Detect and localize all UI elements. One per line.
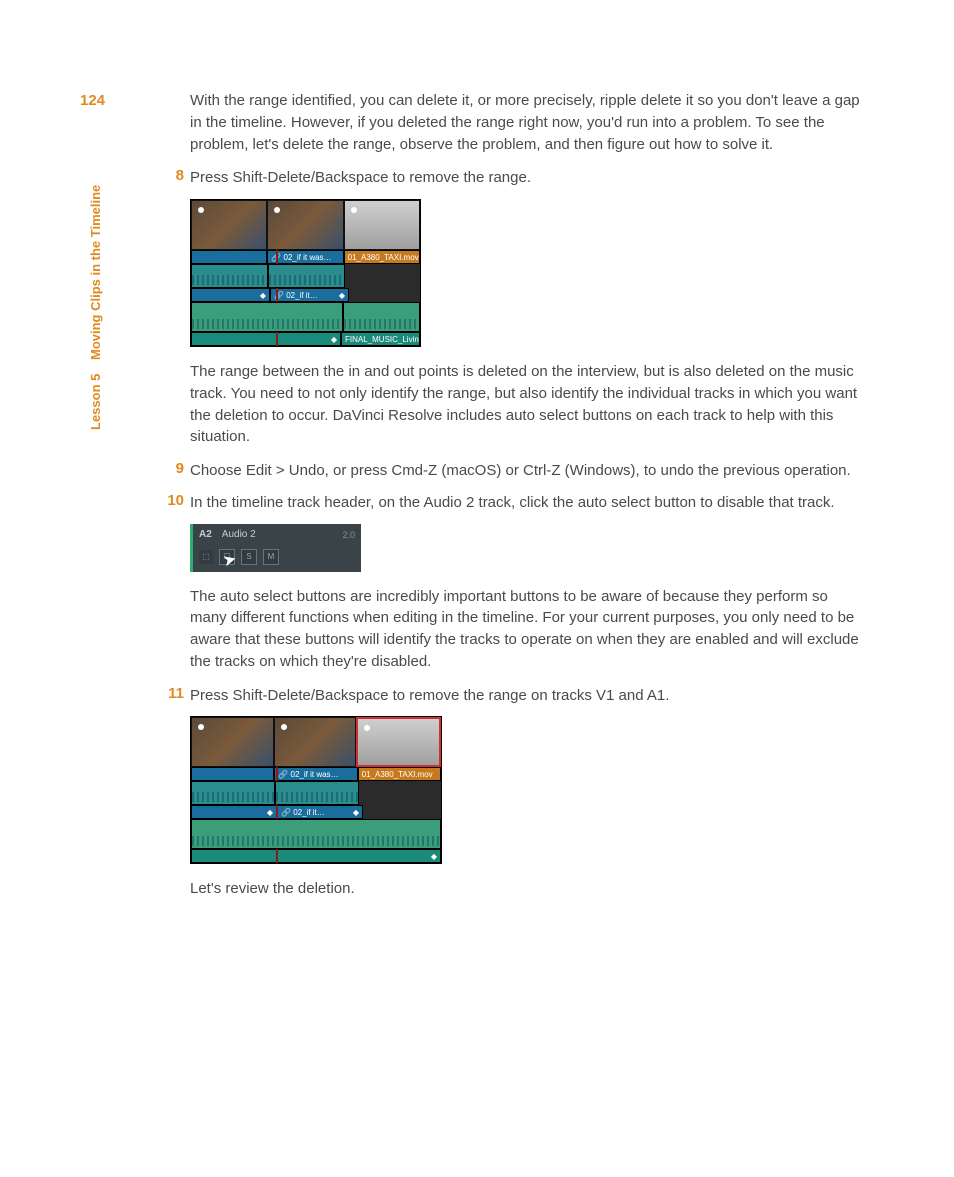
step-9: 9 Choose Edit > Undo, or press Cmd-Z (ma… [190,460,864,482]
audio-clip [191,302,343,332]
audio-a1-label-row: ◆ 🔗 02_if it… ◆ [191,805,441,819]
clip-name: 02_if it was… [284,253,332,262]
page: 124 Lesson 5 Moving Clips in the Timelin… [0,0,954,1177]
intro-paragraph: With the range identified, you can delet… [190,90,864,155]
track-channels: 2.0 [342,530,355,540]
clip-label: 🔗 02_if it… ◆ [277,805,363,819]
step-number: 8 [160,167,184,184]
paragraph-2: The range between the in and out points … [190,361,864,448]
audio-music-row [191,819,441,849]
audio-music-label-row: ◆ [191,849,441,863]
clip-name: 02_if it… [286,291,318,300]
audio-clip [268,264,345,288]
track-header-panel: A2 Audio 2 2.0 ⬚ ☐ S M ➤ [190,524,361,572]
marker-icon: ◆ [267,808,273,817]
clip-label: 🔗 02_if it… ◆ [270,288,349,302]
clip-name: 01_A380_TAXI.mov [362,770,433,779]
empty-gap [359,781,441,805]
clip-name: 02_if it was… [291,770,339,779]
video-thumb-row [191,200,420,250]
video-clip-thumb [191,717,274,767]
figure-track-header: A2 Audio 2 2.0 ⬚ ☐ S M ➤ [190,524,864,572]
empty-gap [345,264,420,288]
audio-clip [343,302,420,332]
track-id: A2 [199,529,212,540]
timeline: 🔗 02_if it was… 01_A380_TAXI.mov ◆ 🔗 [190,716,442,864]
paragraph-4: Let's review the deletion. [190,878,864,900]
audio-music-row [191,302,420,332]
mute-button[interactable]: M [263,549,279,565]
clip-label: 🔗 02_if it was… [274,767,357,781]
clip-spacer: ◆ [191,849,441,863]
lock-icon[interactable]: ⬚ [199,550,213,564]
step-number: 11 [160,685,184,702]
empty-gap [363,805,441,819]
empty-gap [349,288,420,302]
marker-icon: ◆ [431,852,437,861]
audio-a1-row [191,781,441,805]
solo-button[interactable]: S [241,549,257,565]
track-header-row-1: A2 Audio 2 2.0 [193,524,361,546]
step-8: 8 Press Shift-Delete/Backspace to remove… [190,167,864,189]
track-name: Audio 2 [222,529,333,540]
audio-a1-label-row: ◆ 🔗 02_if it… ◆ [191,288,420,302]
page-number: 124 [80,92,105,109]
step-11: 11 Press Shift-Delete/Backspace to remov… [190,685,864,707]
video-clip-thumb [191,200,267,250]
clip-label: FINAL_MUSIC_Living_in_the_Age_of_Airplan [341,332,420,346]
video-thumb-row [191,717,441,767]
lesson-title: Moving Clips in the Timeline [88,185,103,360]
step-text: Press Shift-Delete/Backspace to remove t… [190,685,864,707]
clip-label: 🔗 02_if it was… [267,250,343,264]
figure-timeline-1: 🔗 02_if it was… 01_A380_TAXI.mov ◆ 🔗 [190,199,864,347]
video-clip-thumb [267,200,343,250]
audio-music-label-row: ◆ FINAL_MUSIC_Living_in_the_Age_of_Airpl… [191,332,420,346]
clip-name: 02_if it… [293,808,325,817]
clip-name: 01_A380_TAXI.mov [348,253,419,262]
paragraph-3: The auto select buttons are incredibly i… [190,586,864,673]
audio-clip [191,819,441,849]
clip-spacer [191,250,267,264]
clip-label: 01_A380_TAXI.mov [358,767,441,781]
lesson-sidebar: Lesson 5 Moving Clips in the Timeline [88,185,103,430]
track-header-row-2: ⬚ ☐ S M [193,546,361,568]
timeline: 🔗 02_if it was… 01_A380_TAXI.mov ◆ 🔗 [190,199,421,347]
audio-clip [275,781,359,805]
link-icon: 🔗 [281,808,291,817]
video-label-row: 🔗 02_if it was… 01_A380_TAXI.mov [191,250,420,264]
lesson-number: Lesson 5 [88,374,103,430]
video-clip-thumb [274,717,357,767]
audio-a1-row [191,264,420,288]
audio-clip [191,781,275,805]
clip-spacer: ◆ [191,288,270,302]
clip-name: FINAL_MUSIC_Living_in_the_Age_of_Airplan [345,335,420,344]
step-text: In the timeline track header, on the Aud… [190,492,864,514]
marker-icon: ◆ [331,335,337,344]
video-label-row: 🔗 02_if it was… 01_A380_TAXI.mov [191,767,441,781]
clip-label: 01_A380_TAXI.mov [344,250,420,264]
clip-spacer: ◆ [191,332,341,346]
step-text: Choose Edit > Undo, or press Cmd-Z (macO… [190,460,864,482]
figure-timeline-2: 🔗 02_if it was… 01_A380_TAXI.mov ◆ 🔗 [190,716,864,864]
step-text: Press Shift-Delete/Backspace to remove t… [190,167,864,189]
step-number: 10 [160,492,184,509]
step-number: 9 [160,460,184,477]
marker-icon: ◆ [260,291,266,300]
video-clip-thumb [344,200,420,250]
link-icon: 🔗 [278,770,288,779]
marker-icon: ◆ [339,291,345,300]
clip-spacer: ◆ [191,805,277,819]
video-clip-thumb-selected [356,717,441,767]
clip-spacer [191,767,274,781]
marker-icon: ◆ [353,808,359,817]
audio-clip [191,264,268,288]
step-10: 10 In the timeline track header, on the … [190,492,864,514]
